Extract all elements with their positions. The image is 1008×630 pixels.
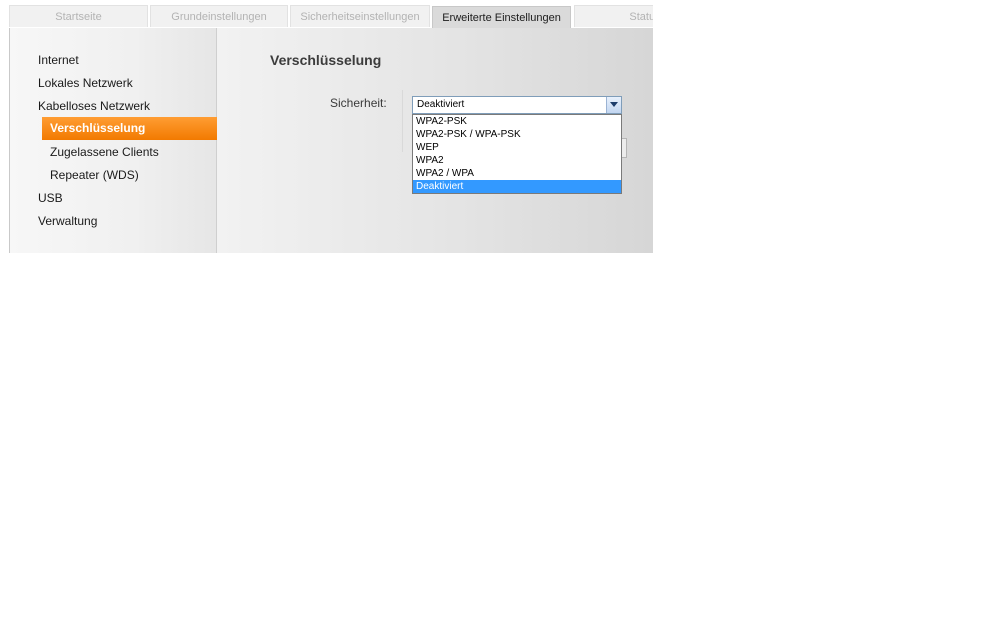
partially-hidden-input[interactable] xyxy=(622,138,627,158)
tab-status[interactable]: Status xyxy=(574,5,653,27)
security-select[interactable]: Deaktiviert xyxy=(412,96,622,114)
main-content: Verschlüsselung Sicherheit: Deaktiviert … xyxy=(217,28,653,253)
tab-sicherheitseinstellungen[interactable]: Sicherheitseinstellungen xyxy=(290,5,430,27)
tab-grundeinstellungen[interactable]: Grundeinstellungen xyxy=(150,5,288,27)
field-divider xyxy=(402,90,403,152)
security-option-wpa2[interactable]: WPA2 xyxy=(413,154,621,167)
security-option-wep[interactable]: WEP xyxy=(413,141,621,154)
sidebar-item-verwaltung[interactable]: Verwaltung xyxy=(38,214,97,228)
tab-startseite[interactable]: Startseite xyxy=(9,5,148,27)
security-option-wpa2-psk[interactable]: WPA2-PSK xyxy=(413,115,621,128)
sidebar-item-zugelassene-clients[interactable]: Zugelassene Clients xyxy=(50,145,159,159)
page-title: Verschlüsselung xyxy=(270,52,382,68)
tab-erweiterte-einstellungen[interactable]: Erweiterte Einstellungen xyxy=(432,6,571,28)
security-options-list: WPA2-PSK WPA2-PSK / WPA-PSK WEP WPA2 WPA… xyxy=(412,114,622,194)
sidebar-item-repeater-wds[interactable]: Repeater (WDS) xyxy=(50,168,139,182)
chevron-down-icon xyxy=(610,102,618,107)
sidebar-item-verschluesselung[interactable]: Verschlüsselung xyxy=(42,117,224,140)
security-select-value: Deaktiviert xyxy=(417,99,465,110)
security-option-deaktiviert[interactable]: Deaktiviert xyxy=(413,180,621,193)
security-label: Sicherheit: xyxy=(330,96,387,110)
security-option-wpa2-psk-wpa-psk[interactable]: WPA2-PSK / WPA-PSK xyxy=(413,128,621,141)
sidebar-item-lokales-netzwerk[interactable]: Lokales Netzwerk xyxy=(38,76,133,90)
router-admin-frame: Startseite Grundeinstellungen Sicherheit… xyxy=(0,0,653,253)
sidebar-nav: Internet Lokales Netzwerk Kabelloses Net… xyxy=(9,28,224,253)
sidebar-item-internet[interactable]: Internet xyxy=(38,53,79,67)
security-option-wpa2-wpa[interactable]: WPA2 / WPA xyxy=(413,167,621,180)
sidebar-item-usb[interactable]: USB xyxy=(38,191,63,205)
sidebar-item-kabelloses-netzwerk[interactable]: Kabelloses Netzwerk xyxy=(38,99,150,113)
top-tab-bar: Startseite Grundeinstellungen Sicherheit… xyxy=(0,0,653,28)
dropdown-button[interactable] xyxy=(606,97,621,113)
